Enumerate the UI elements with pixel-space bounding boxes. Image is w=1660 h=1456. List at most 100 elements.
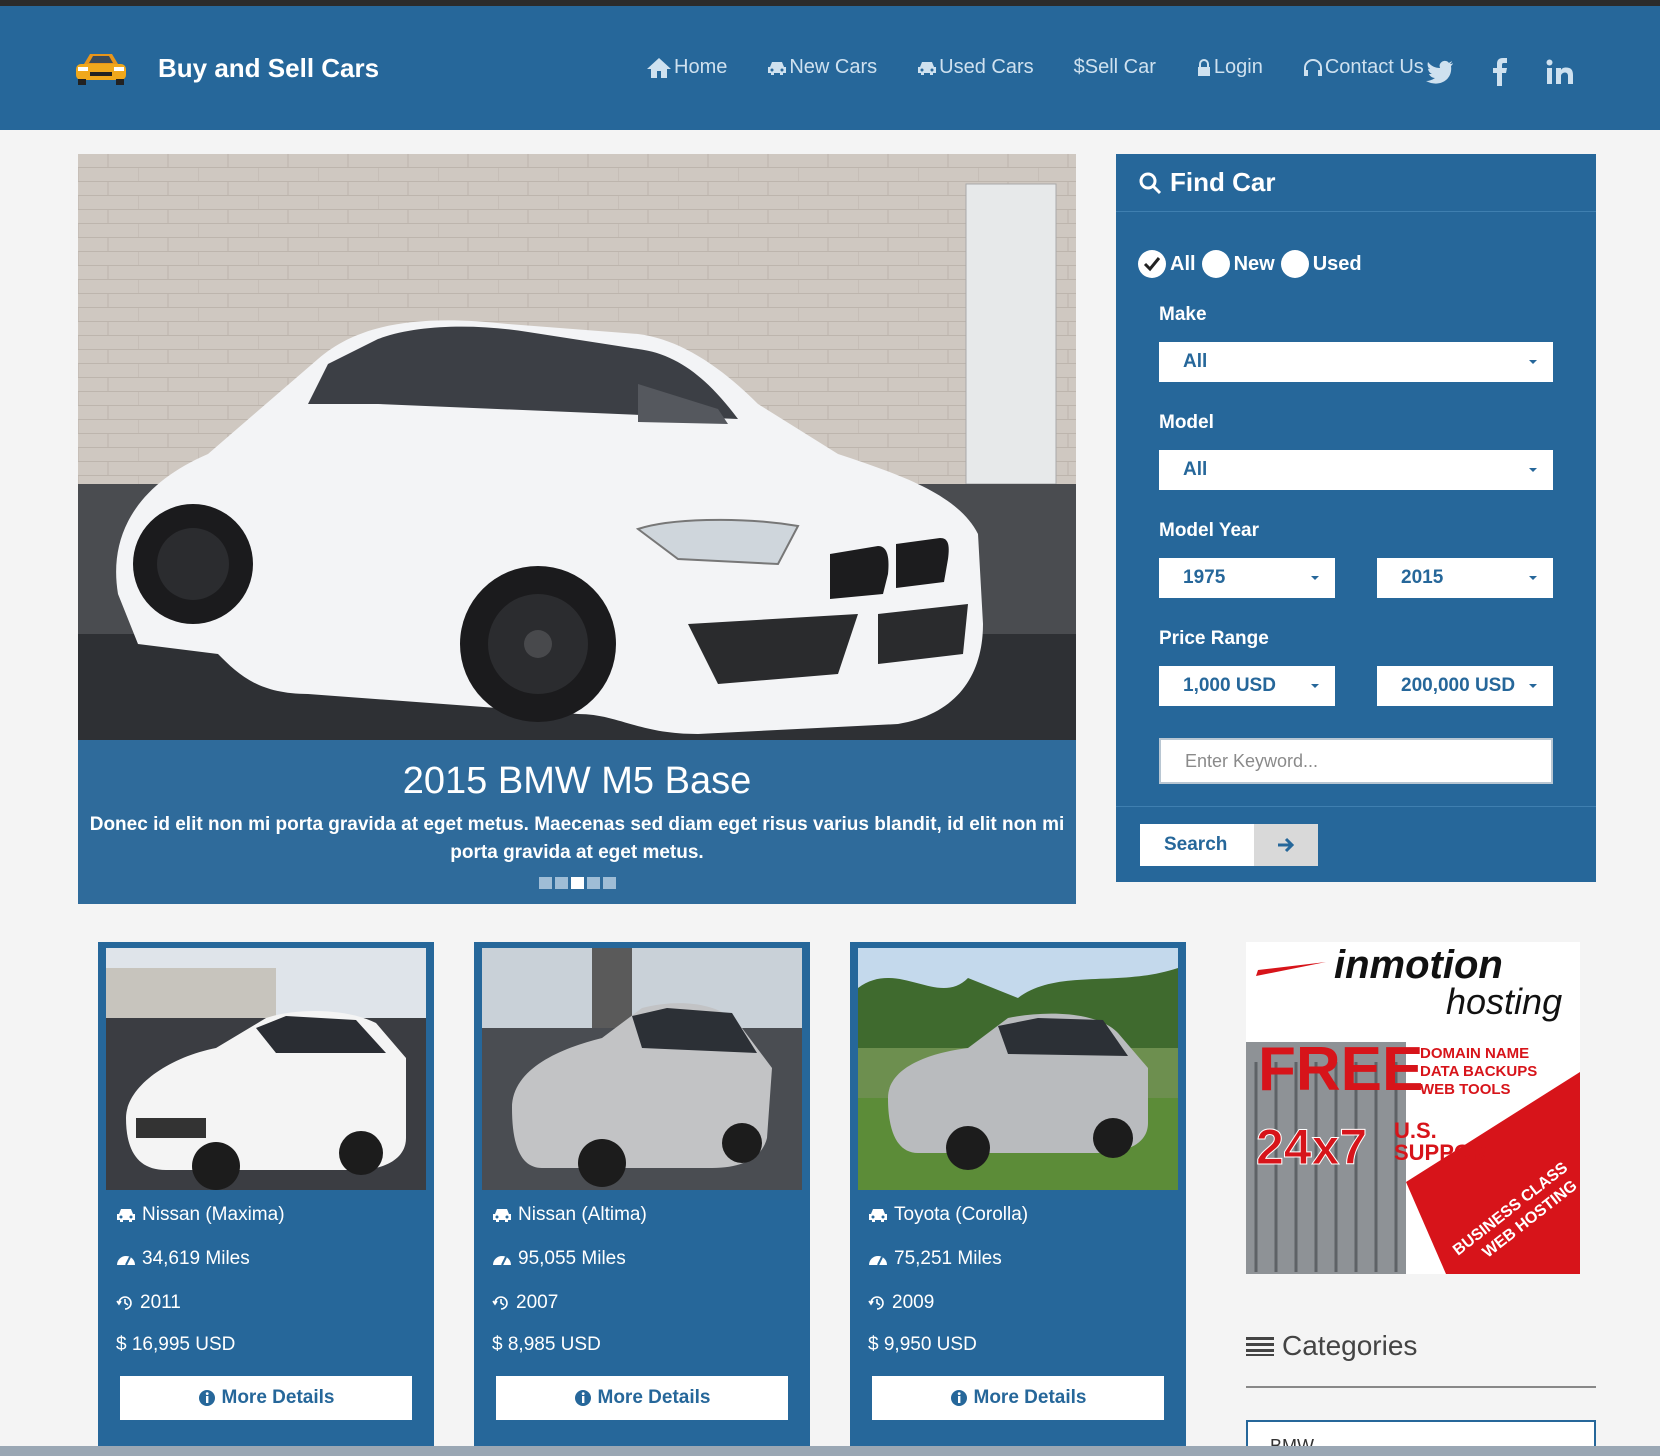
more-details-button[interactable]: More Details: [496, 1376, 788, 1420]
car-year-row: 2011: [116, 1292, 181, 1314]
car-icon: [918, 61, 937, 75]
make-value: All: [1183, 351, 1208, 372]
speedometer-icon: [117, 1256, 135, 1266]
info-icon: [574, 1390, 591, 1406]
search-button-label: Search: [1140, 824, 1254, 866]
caret-down-icon: [1529, 576, 1537, 580]
car-icon: [493, 1209, 511, 1222]
headset-icon: [1303, 58, 1322, 76]
price-to-select[interactable]: 200,000 USD: [1377, 666, 1553, 706]
carousel-indicator[interactable]: [602, 877, 616, 889]
twitter-link[interactable]: [1422, 54, 1458, 90]
nav-used-cars[interactable]: Used Cars: [917, 56, 1034, 79]
car-icon: [768, 61, 787, 75]
year-to-value: 2015: [1401, 567, 1444, 588]
list-icon: [1246, 1337, 1274, 1356]
nav-contact[interactable]: Contact Us: [1303, 56, 1424, 79]
categories-heading: Categories: [1246, 1330, 1417, 1362]
car-name: Nissan (Maxima): [142, 1204, 285, 1225]
categories-title: Categories: [1282, 1330, 1418, 1361]
facebook-icon: [1493, 58, 1507, 86]
divider: [1116, 806, 1596, 807]
caret-down-icon: [1311, 576, 1319, 580]
window-bottom-edge: [0, 1446, 1660, 1456]
search-button[interactable]: Search: [1140, 824, 1318, 866]
radio-all[interactable]: All: [1138, 250, 1196, 278]
nav-home-label: Home: [674, 56, 728, 78]
car-miles: 75,251 Miles: [894, 1248, 1002, 1269]
car-card: Toyota (Corolla) 75,251 Miles 2009 $ 9,9…: [850, 942, 1186, 1456]
car-year-row: 2009: [868, 1292, 934, 1314]
more-details-button[interactable]: More Details: [872, 1376, 1164, 1420]
car-name: Nissan (Altima): [518, 1204, 647, 1225]
radio-new-label: New: [1233, 252, 1275, 275]
nav-sell-car[interactable]: $Sell Car: [1074, 56, 1156, 79]
ad-feature-1: DOMAIN NAME: [1420, 1045, 1529, 1062]
facebook-link[interactable]: [1482, 54, 1518, 90]
year-to-select[interactable]: 2015: [1377, 558, 1553, 598]
speedometer-icon: [869, 1256, 887, 1266]
nav-login[interactable]: Login: [1196, 56, 1263, 79]
brand[interactable]: Buy and Sell Cars: [74, 50, 379, 86]
car-icon: [117, 1209, 135, 1222]
carousel-indicators: [78, 877, 1076, 889]
car-miles: 95,055 Miles: [518, 1248, 626, 1269]
arrow-right-icon: [1254, 824, 1318, 866]
model-year-label: Model Year: [1159, 520, 1259, 541]
car-miles: 34,619 Miles: [142, 1248, 250, 1269]
main-nav: Home New Cars Used Cars $Sell Car Login …: [646, 56, 1464, 79]
caret-down-icon: [1529, 360, 1537, 364]
info-icon: [950, 1390, 967, 1406]
keyword-input[interactable]: Enter Keyword...: [1159, 738, 1553, 784]
more-details-label: More Details: [221, 1387, 335, 1408]
price-range-label: Price Range: [1159, 628, 1269, 649]
lock-icon: [1197, 58, 1210, 76]
find-car-panel: Find Car All New Used Make All Model All…: [1116, 154, 1596, 882]
radio-used[interactable]: Used: [1280, 250, 1362, 278]
linkedin-link[interactable]: [1542, 54, 1578, 90]
nav-new-cars-label: New Cars: [789, 56, 878, 78]
radio-icon: [1201, 250, 1230, 278]
car-name-row: Nissan (Maxima): [116, 1204, 285, 1226]
caret-down-icon: [1311, 684, 1319, 688]
hero-description: Donec id elit non mi porta gravida at eg…: [89, 814, 1065, 863]
make-select[interactable]: All: [1159, 342, 1553, 382]
car-miles-row: 34,619 Miles: [116, 1248, 250, 1270]
condition-radios: All New Used: [1138, 250, 1368, 278]
car-price: $ 9,950 USD: [868, 1334, 977, 1355]
nav-home[interactable]: Home: [646, 56, 727, 79]
price-from-select[interactable]: 1,000 USD: [1159, 666, 1335, 706]
nav-sell-car-label: $Sell Car: [1073, 56, 1156, 78]
keyword-placeholder: Enter Keyword...: [1185, 751, 1319, 771]
caret-down-icon: [1529, 684, 1537, 688]
hero-title: 2015 BMW M5 Base: [402, 760, 752, 802]
divider: [1246, 1386, 1596, 1388]
year-from-select[interactable]: 1975: [1159, 558, 1335, 598]
car-year-row: 2007: [492, 1292, 558, 1314]
car-price: $ 16,995 USD: [116, 1334, 236, 1355]
carousel-indicator[interactable]: [586, 877, 600, 889]
car-image: [482, 948, 802, 1190]
nav-login-label: Login: [1213, 56, 1263, 78]
carousel-indicator[interactable]: [554, 877, 568, 889]
carousel-indicator[interactable]: [570, 877, 584, 889]
car-image: [858, 948, 1178, 1190]
ad-brand-line2: hosting: [1446, 981, 1562, 1022]
nav-new-cars[interactable]: New Cars: [767, 56, 877, 79]
car-name-row: Toyota (Corolla): [868, 1204, 1028, 1226]
find-car-title: Find Car: [1170, 167, 1276, 197]
hosting-ad-banner[interactable]: inmotion hosting FREE DOMAIN NAME DATA B…: [1246, 942, 1580, 1274]
car-year: 2007: [516, 1292, 559, 1313]
car-year: 2009: [892, 1292, 935, 1313]
more-details-label: More Details: [973, 1387, 1087, 1408]
linkedin-icon: [1546, 59, 1573, 84]
hero-carousel[interactable]: 2015 BMW M5 Base Donec id elit non mi po…: [78, 154, 1076, 904]
find-car-header: Find Car: [1116, 154, 1596, 212]
carousel-indicator[interactable]: [538, 877, 552, 889]
more-details-button[interactable]: More Details: [120, 1376, 412, 1420]
model-select[interactable]: All: [1159, 450, 1553, 490]
search-icon: [1139, 172, 1162, 194]
radio-new[interactable]: New: [1201, 250, 1275, 278]
car-card: Nissan (Altima) 95,055 Miles 2007 $ 8,98…: [474, 942, 810, 1456]
year-from-value: 1975: [1183, 567, 1226, 588]
